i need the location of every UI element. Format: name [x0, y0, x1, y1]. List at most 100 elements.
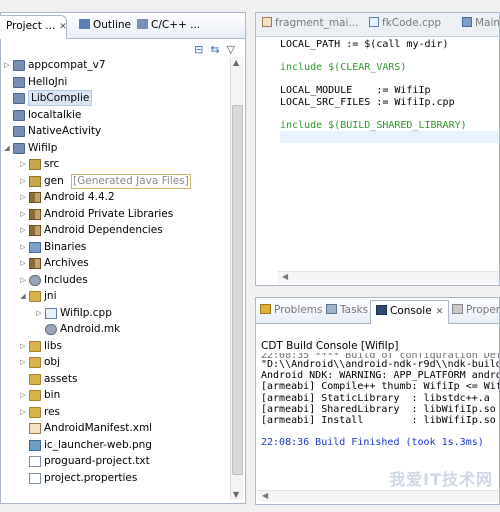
- tree-item-label: WifiIp: [28, 141, 58, 154]
- view-menu-chevron-icon[interactable]: ▽: [227, 43, 235, 56]
- collapse-arrow-icon[interactable]: ▷: [19, 272, 27, 289]
- includes-icon: [29, 274, 41, 286]
- console-title: CDT Build Console [WifiIp]: [261, 340, 399, 352]
- library-icon: [29, 225, 41, 236]
- console-line: [armeabi] StaticLibrary : libstdc++.a: [261, 392, 490, 404]
- expand-arrow-icon[interactable]: ◢: [19, 288, 27, 305]
- tree-item-label: assets: [44, 372, 78, 385]
- tab-fragment-main[interactable]: fragment_mai...: [262, 17, 358, 29]
- tree-item[interactable]: ▷ Includes: [1, 272, 229, 289]
- tab-main[interactable]: MainA: [462, 17, 500, 29]
- project-icon: [13, 126, 25, 137]
- tree-item-label: libs: [44, 339, 62, 352]
- expand-arrow-icon[interactable]: ◢: [3, 140, 11, 157]
- tree-item-label: gen: [44, 174, 64, 187]
- tree-item[interactable]: ▷ Binaries: [1, 239, 229, 256]
- scroll-down-icon[interactable]: ▼: [233, 490, 239, 499]
- scrollbar-thumb[interactable]: [232, 105, 243, 475]
- tree-item[interactable]: HelloJni: [1, 74, 229, 91]
- tab-properties[interactable]: Propert: [452, 304, 500, 316]
- collapse-arrow-icon[interactable]: ▷: [3, 57, 11, 74]
- collapse-arrow-icon[interactable]: ▷: [19, 404, 27, 421]
- tree-item[interactable]: LibComplie: [1, 90, 229, 107]
- collapse-arrow-icon[interactable]: ▷: [19, 255, 27, 272]
- scroll-left-icon[interactable]: ◀: [262, 491, 268, 500]
- archives-icon: [29, 258, 41, 269]
- text-file-icon: [29, 472, 41, 484]
- editor-horizontal-scrollbar[interactable]: ◀: [278, 271, 499, 283]
- outline-icon: [79, 19, 90, 29]
- tree-item-label: HelloJni: [28, 75, 68, 88]
- tab-fkcode-cpp[interactable]: fkCode.cpp: [369, 17, 441, 29]
- tree-item[interactable]: ▷ res: [1, 404, 229, 421]
- console-line: [armeabi] Compile++ thumb: WifiIp <= Wif…: [261, 381, 499, 393]
- cpp-file-icon: [369, 17, 379, 27]
- tree-item[interactable]: NativeActivity: [1, 123, 229, 140]
- tree-item[interactable]: AndroidManifest.xml: [1, 420, 229, 437]
- project-icon: [13, 109, 25, 121]
- project-tree: ▷ appcompat_v7 HelloJni LibComplie localtalk…: [1, 57, 229, 486]
- tree-item[interactable]: ▷ bin: [1, 387, 229, 404]
- link-editor-icon[interactable]: ⇆: [210, 43, 219, 56]
- tree-item[interactable]: ▷ gen [Generated Java Files]: [1, 173, 229, 190]
- console-icon: [376, 305, 387, 315]
- tab-cpp-projects[interactable]: C/C++ ...: [131, 15, 206, 39]
- tree-item[interactable]: ▷ Android Private Libraries: [1, 206, 229, 223]
- folder-icon: [29, 340, 41, 352]
- collapse-arrow-icon[interactable]: ▷: [19, 206, 27, 223]
- code-area[interactable]: LOCAL_PATH := $(call my-dir) include $(C…: [280, 39, 499, 143]
- collapse-arrow-icon[interactable]: ▷: [19, 156, 27, 173]
- tasks-icon: [326, 304, 337, 314]
- ide-window: Project ... ✕ Outline C/C++ ... ⊟ ⇆ ▽ ▷ appc…: [0, 0, 500, 512]
- tree-item-label: Includes: [44, 273, 88, 286]
- tree-item-label: Android Private Libraries: [44, 207, 174, 220]
- tab-outline[interactable]: Outline: [73, 15, 137, 39]
- tree-item[interactable]: ▷ Android 4.4.2: [1, 189, 229, 206]
- tree-item[interactable]: localtalkie: [1, 107, 229, 124]
- scroll-up-icon[interactable]: ▲: [233, 58, 239, 67]
- tree-item[interactable]: ▷ Archives: [1, 255, 229, 272]
- tree-item[interactable]: ◢ jni: [1, 288, 229, 305]
- collapse-arrow-icon[interactable]: ▷: [19, 189, 27, 206]
- tree-item[interactable]: ▷ WifiIp.cpp: [1, 305, 229, 322]
- collapse-arrow-icon[interactable]: ▷: [19, 173, 27, 190]
- tree-item[interactable]: ▷ libs: [1, 338, 229, 355]
- collapse-arrow-icon[interactable]: ▷: [19, 222, 27, 239]
- console-output[interactable]: 22:08:35 **** Build of configuration Def…: [261, 353, 499, 449]
- tree-item[interactable]: assets: [1, 371, 229, 388]
- tree-item[interactable]: ▷ Android Dependencies: [1, 222, 229, 239]
- binaries-icon: [29, 241, 41, 253]
- close-icon[interactable]: ✕: [59, 22, 67, 32]
- explorer-vertical-scrollbar[interactable]: ▲ ▼: [230, 57, 243, 500]
- tree-item-label: bin: [44, 389, 61, 401]
- collapse-arrow-icon[interactable]: ▷: [19, 239, 27, 256]
- tree-item-decoration: [Generated Java Files]: [71, 173, 191, 189]
- tree-item[interactable]: ▷ appcompat_v7: [1, 57, 229, 74]
- collapse-all-icon[interactable]: ⊟: [194, 43, 203, 56]
- close-icon[interactable]: ✕: [436, 307, 444, 317]
- xml-file-icon: [29, 423, 41, 434]
- tree-item[interactable]: ▷ obj: [1, 354, 229, 371]
- collapse-arrow-icon[interactable]: ▷: [35, 305, 43, 322]
- tab-tasks[interactable]: Tasks: [326, 304, 368, 316]
- tree-item[interactable]: project.properties: [1, 470, 229, 487]
- tree-item[interactable]: ic_launcher-web.png: [1, 437, 229, 454]
- scroll-left-icon[interactable]: ◀: [282, 272, 288, 281]
- collapse-arrow-icon[interactable]: ▷: [19, 354, 27, 371]
- tree-item[interactable]: proguard-project.txt: [1, 453, 229, 470]
- collapse-arrow-icon[interactable]: ▷: [19, 338, 27, 355]
- collapse-arrow-icon[interactable]: ▷: [19, 387, 27, 404]
- tree-item[interactable]: ◢ WifiIp: [1, 140, 229, 157]
- console-horizontal-scrollbar[interactable]: ◀: [258, 490, 499, 502]
- tree-item[interactable]: Android.mk: [1, 321, 229, 338]
- console-line: Android NDK: WARNING: APP_PLATFORM andro…: [261, 370, 499, 382]
- makefile-icon: [45, 324, 57, 335]
- editor-ruler: [256, 37, 276, 271]
- tab-project-explorer[interactable]: Project ... ✕: [0, 15, 67, 39]
- tree-item-label: jni: [44, 290, 57, 302]
- tab-console[interactable]: Console ✕: [370, 300, 450, 324]
- tree-item[interactable]: ▷ src: [1, 156, 229, 173]
- tab-problems[interactable]: Problems: [260, 304, 322, 316]
